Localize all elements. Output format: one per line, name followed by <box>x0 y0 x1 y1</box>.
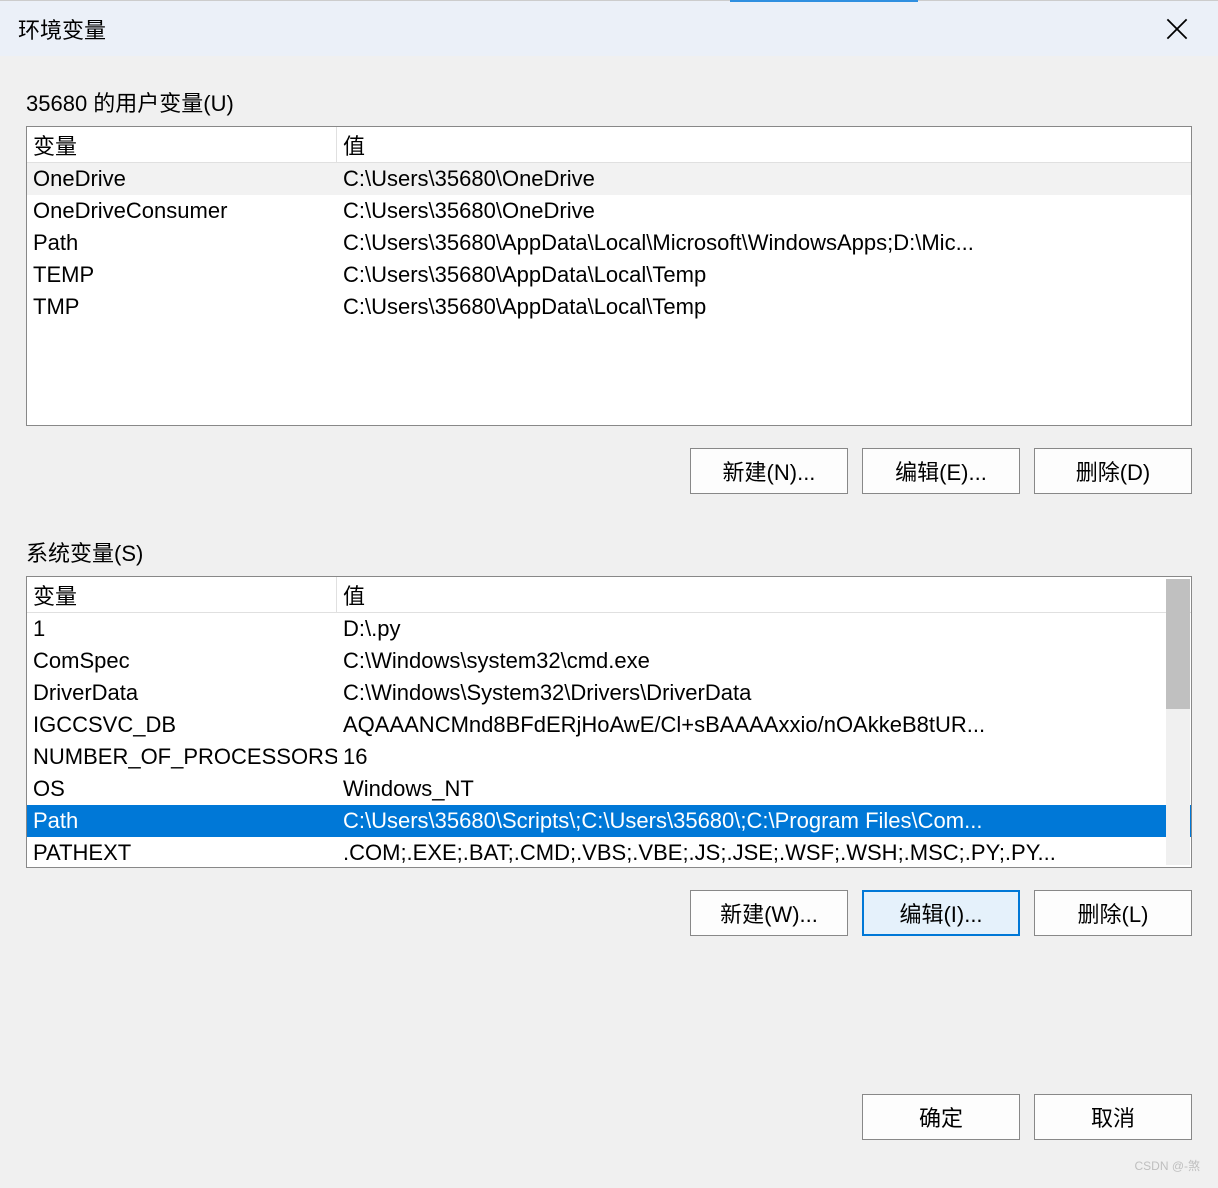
cell-variable: Path <box>27 808 337 834</box>
header-value[interactable]: 值 <box>337 577 1191 612</box>
scroll-thumb[interactable] <box>1166 579 1190 709</box>
system-edit-button[interactable]: 编辑(I)... <box>862 890 1020 936</box>
cell-variable: OneDriveConsumer <box>27 198 337 224</box>
window-title: 环境变量 <box>18 13 106 45</box>
table-row[interactable]: OneDriveConsumerC:\Users\35680\OneDrive <box>27 195 1191 227</box>
cell-value: D:\.py <box>337 616 1191 642</box>
cell-variable: 1 <box>27 616 337 642</box>
ok-button[interactable]: 确定 <box>862 1094 1020 1140</box>
cell-value: C:\Windows\System32\Drivers\DriverData <box>337 680 1191 706</box>
cell-variable: ComSpec <box>27 648 337 674</box>
user-buttons: 新建(N)... 编辑(E)... 删除(D) <box>26 448 1192 494</box>
table-row[interactable]: NUMBER_OF_PROCESSORS16 <box>27 741 1191 773</box>
system-delete-button[interactable]: 删除(L) <box>1034 890 1192 936</box>
table-row[interactable]: TMPC:\Users\35680\AppData\Local\Temp <box>27 291 1191 323</box>
header-variable[interactable]: 变量 <box>27 577 337 612</box>
cell-variable: OneDrive <box>27 166 337 192</box>
table-row[interactable]: PathC:\Users\35680\Scripts\;C:\Users\356… <box>27 805 1191 837</box>
cell-value: C:\Users\35680\AppData\Local\Microsoft\W… <box>337 230 1191 256</box>
table-row[interactable]: IGCCSVC_DBAQAAANCMnd8BFdERjHoAwE/Cl+sBAA… <box>27 709 1191 741</box>
cell-variable: OS <box>27 776 337 802</box>
cell-variable: TEMP <box>27 262 337 288</box>
user-new-button[interactable]: 新建(N)... <box>690 448 848 494</box>
cell-value: C:\Users\35680\AppData\Local\Temp <box>337 262 1191 288</box>
cancel-button[interactable]: 取消 <box>1034 1094 1192 1140</box>
cell-value: .COM;.EXE;.BAT;.CMD;.VBS;.VBE;.JS;.JSE;.… <box>337 840 1191 866</box>
system-list-header: 变量 值 <box>27 577 1191 613</box>
system-new-button[interactable]: 新建(W)... <box>690 890 848 936</box>
close-icon <box>1166 18 1188 40</box>
table-row[interactable]: OneDriveC:\Users\35680\OneDrive <box>27 163 1191 195</box>
dialog-buttons: 确定 取消 <box>862 1094 1192 1140</box>
user-variables-list[interactable]: 变量 值 OneDriveC:\Users\35680\OneDriveOneD… <box>26 126 1192 426</box>
table-row[interactable]: OSWindows_NT <box>27 773 1191 805</box>
system-section-label: 系统变量(S) <box>26 536 1192 568</box>
cell-value: C:\Users\35680\Scripts\;C:\Users\35680\;… <box>337 808 1191 834</box>
cell-variable: DriverData <box>27 680 337 706</box>
cell-variable: NUMBER_OF_PROCESSORS <box>27 744 337 770</box>
header-value[interactable]: 值 <box>337 127 1191 162</box>
watermark: CSDN @-煞 <box>1134 1157 1200 1174</box>
table-row[interactable]: 1D:\.py <box>27 613 1191 645</box>
titlebar: 环境变量 <box>0 0 1218 56</box>
user-section-label: 35680 的用户变量(U) <box>26 86 1192 118</box>
dialog-body: 35680 的用户变量(U) 变量 值 OneDriveC:\Users\356… <box>0 56 1218 936</box>
system-buttons: 新建(W)... 编辑(I)... 删除(L) <box>26 890 1192 936</box>
header-variable[interactable]: 变量 <box>27 127 337 162</box>
cell-value: C:\Windows\system32\cmd.exe <box>337 648 1191 674</box>
cell-value: C:\Users\35680\OneDrive <box>337 166 1191 192</box>
system-rows: 1D:\.pyComSpecC:\Windows\system32\cmd.ex… <box>27 613 1191 869</box>
cell-value: AQAAANCMnd8BFdERjHoAwE/Cl+sBAAAAxxio/nOA… <box>337 712 1191 738</box>
user-edit-button[interactable]: 编辑(E)... <box>862 448 1020 494</box>
cell-value: C:\Users\35680\OneDrive <box>337 198 1191 224</box>
user-list-header: 变量 值 <box>27 127 1191 163</box>
cell-value: C:\Users\35680\AppData\Local\Temp <box>337 294 1191 320</box>
close-button[interactable] <box>1154 6 1200 52</box>
scrollbar[interactable] <box>1166 579 1190 865</box>
table-row[interactable]: DriverDataC:\Windows\System32\Drivers\Dr… <box>27 677 1191 709</box>
cell-value: Windows_NT <box>337 776 1191 802</box>
cell-variable: Path <box>27 230 337 256</box>
cell-variable: PATHEXT <box>27 840 337 866</box>
table-row[interactable]: PathC:\Users\35680\AppData\Local\Microso… <box>27 227 1191 259</box>
cell-variable: TMP <box>27 294 337 320</box>
system-variables-list[interactable]: 变量 值 1D:\.pyComSpecC:\Windows\system32\c… <box>26 576 1192 868</box>
table-row[interactable]: PATHEXT.COM;.EXE;.BAT;.CMD;.VBS;.VBE;.JS… <box>27 837 1191 869</box>
window-accent <box>730 0 918 2</box>
user-rows: OneDriveC:\Users\35680\OneDriveOneDriveC… <box>27 163 1191 323</box>
cell-value: 16 <box>337 744 1191 770</box>
cell-variable: IGCCSVC_DB <box>27 712 337 738</box>
user-delete-button[interactable]: 删除(D) <box>1034 448 1192 494</box>
table-row[interactable]: TEMPC:\Users\35680\AppData\Local\Temp <box>27 259 1191 291</box>
table-row[interactable]: ComSpecC:\Windows\system32\cmd.exe <box>27 645 1191 677</box>
